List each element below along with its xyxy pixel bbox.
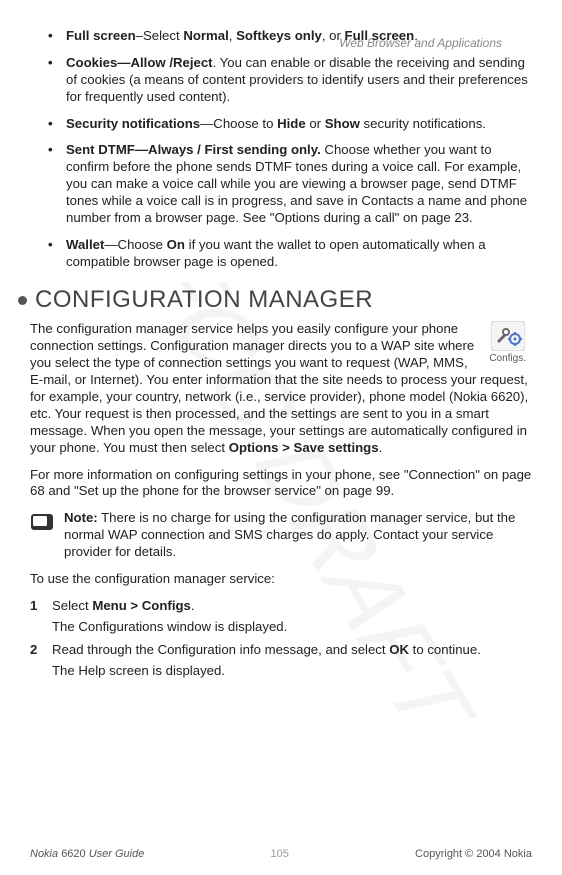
- bullet-label: Sent DTMF—Always / First sending only.: [66, 142, 321, 157]
- steps-intro: To use the configuration manager service…: [30, 571, 532, 588]
- bullet-cookies: Cookies—Allow /Reject. You can enable or…: [48, 55, 532, 106]
- step-number: 1: [30, 598, 52, 615]
- section-bullet-dot: [18, 296, 27, 305]
- bullet-label: Wallet: [66, 237, 104, 252]
- step-body: Read through the Configuration info mess…: [52, 642, 532, 659]
- step-2: 2 Read through the Configuration info me…: [30, 642, 532, 659]
- config-manager-paragraph-2: For more information on configuring sett…: [30, 467, 532, 501]
- step-2-sub: The Help screen is displayed.: [52, 663, 532, 680]
- section-title: CONFIGURATION MANAGER: [35, 285, 373, 316]
- bullet-label: Cookies—Allow /Reject: [66, 55, 213, 70]
- step-1-sub: The Configurations window is displayed.: [52, 619, 532, 636]
- bullet-label: Full screen: [66, 28, 136, 43]
- section-heading-row: CONFIGURATION MANAGER: [18, 285, 532, 316]
- note-block: Note: There is no charge for using the c…: [30, 510, 532, 561]
- bullet-label: Security notifications: [66, 116, 200, 131]
- step-1: 1 Select Menu > Configs.: [30, 598, 532, 615]
- configs-app-icon: Configs.: [489, 321, 526, 366]
- wrench-gear-icon: [491, 321, 525, 351]
- footer-page-number: 105: [271, 847, 289, 861]
- settings-bullet-list: Full screen–Select Normal, Softkeys only…: [48, 28, 532, 271]
- footer-copyright: Copyright © 2004 Nokia: [415, 847, 532, 861]
- note-icon: [30, 510, 58, 561]
- config-manager-paragraph-1: The configuration manager service helps …: [30, 321, 532, 456]
- footer-left: Nokia 6620 User Guide: [30, 847, 144, 861]
- step-body: Select Menu > Configs.: [52, 598, 532, 615]
- page-footer: Nokia 6620 User Guide 105 Copyright © 20…: [30, 847, 532, 861]
- step-number: 2: [30, 642, 52, 659]
- bullet-dtmf: Sent DTMF—Always / First sending only. C…: [48, 142, 532, 226]
- bullet-security: Security notifications—Choose to Hide or…: [48, 116, 532, 133]
- bullet-wallet: Wallet—Choose On if you want the wallet …: [48, 237, 532, 271]
- configs-icon-label: Configs.: [489, 353, 526, 364]
- note-text: Note: There is no charge for using the c…: [58, 510, 532, 561]
- bullet-full-screen: Full screen–Select Normal, Softkeys only…: [48, 28, 532, 45]
